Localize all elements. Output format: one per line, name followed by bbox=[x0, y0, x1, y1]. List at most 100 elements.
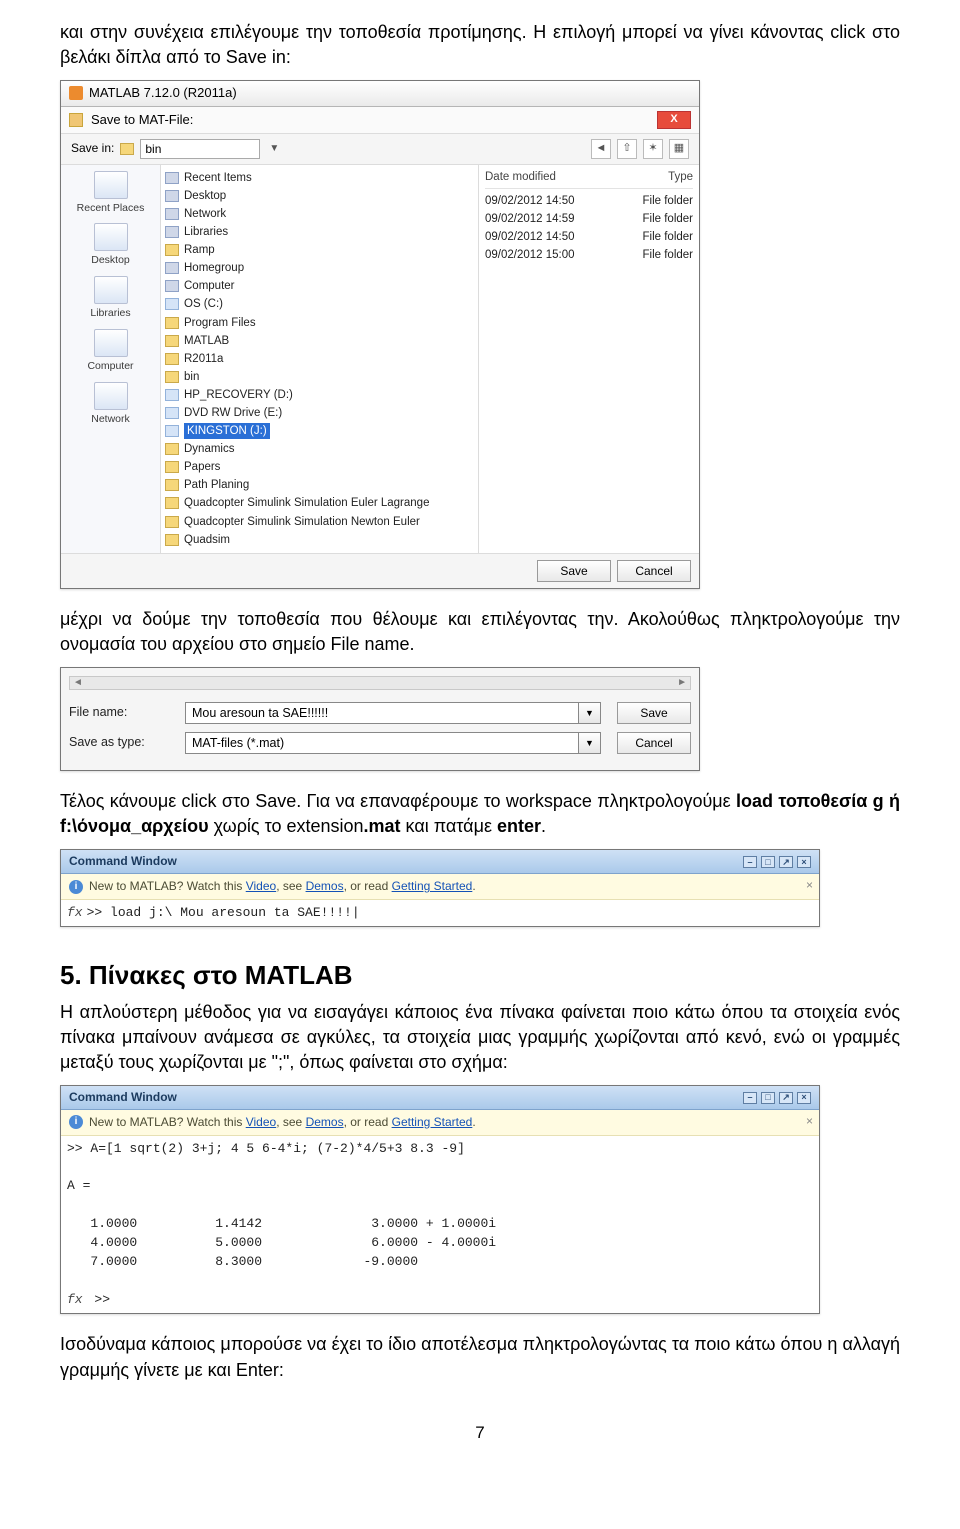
para-4: Η απλούστερη μέθοδος για να εισαγάγει κά… bbox=[60, 1000, 900, 1076]
tree-item[interactable]: bin bbox=[165, 368, 474, 386]
tree-item[interactable]: Quadcopter Simulink Simulation Newton Eu… bbox=[165, 513, 474, 531]
place-recent-places[interactable]: Recent Places bbox=[65, 171, 156, 216]
details-row: 09/02/2012 14:59File folder bbox=[485, 210, 693, 228]
tree-item[interactable]: OS (C:) bbox=[165, 295, 474, 313]
views-icon[interactable]: ▦ bbox=[669, 139, 689, 159]
chevron-down-icon[interactable]: ▼ bbox=[579, 702, 601, 724]
tree-item[interactable]: Libraries bbox=[165, 223, 474, 241]
places-bar: Recent Places Desktop Libraries Computer Net… bbox=[61, 165, 161, 553]
filename-area-screenshot: File name: ▼ Save Save as type: ▼ Cancel bbox=[60, 667, 700, 771]
place-icon bbox=[94, 382, 128, 410]
tree-item[interactable]: Network bbox=[165, 205, 474, 223]
file-type: File folder bbox=[643, 229, 694, 245]
getting-started-link[interactable]: Getting Started bbox=[392, 879, 473, 893]
file-type: File folder bbox=[643, 193, 694, 209]
tree-item[interactable]: Recent Items bbox=[165, 169, 474, 187]
system-icon bbox=[165, 208, 179, 220]
tree-item[interactable]: Desktop bbox=[165, 187, 474, 205]
tree-item[interactable]: Papers bbox=[165, 458, 474, 476]
folder-icon bbox=[120, 143, 134, 155]
undock-icon[interactable]: ↗ bbox=[779, 856, 793, 868]
close-icon[interactable]: × bbox=[797, 856, 811, 868]
date-modified: 09/02/2012 14:50 bbox=[485, 229, 575, 245]
tree-item-label: Quadcopter Simulink Simulation Newton Eu… bbox=[184, 514, 420, 530]
chevron-down-icon[interactable]: ▼ bbox=[266, 142, 282, 156]
save-button[interactable]: Save bbox=[617, 702, 691, 724]
para3-e: και πατάμε bbox=[401, 816, 497, 836]
getting-started-link[interactable]: Getting Started bbox=[392, 1115, 473, 1129]
banner-close-icon[interactable]: × bbox=[806, 1113, 813, 1130]
save-in-field[interactable] bbox=[140, 139, 260, 159]
new-folder-icon[interactable]: ✶ bbox=[643, 139, 663, 159]
tree-item-label: Papers bbox=[184, 459, 220, 475]
minimize-icon[interactable]: – bbox=[743, 856, 757, 868]
minimize-icon[interactable]: – bbox=[743, 1092, 757, 1104]
cw-titlebar: Command Window – □ ↗ × bbox=[61, 850, 819, 874]
folder-icon bbox=[165, 479, 179, 491]
tree-item-label: R2011a bbox=[184, 351, 223, 367]
folder-icon bbox=[165, 317, 179, 329]
tree-item[interactable]: Homegroup bbox=[165, 259, 474, 277]
tree-item[interactable]: Path Planing bbox=[165, 476, 474, 494]
maximize-icon[interactable]: □ bbox=[761, 1092, 775, 1104]
video-link[interactable]: Video bbox=[246, 879, 276, 893]
place-desktop[interactable]: Desktop bbox=[65, 223, 156, 268]
demos-link[interactable]: Demos bbox=[306, 1115, 344, 1129]
tree-item[interactable]: KINGSTON (J:) bbox=[165, 422, 474, 440]
up-icon[interactable]: ⇧ bbox=[617, 139, 637, 159]
fx-icon: fx bbox=[67, 905, 83, 920]
demos-link[interactable]: Demos bbox=[306, 879, 344, 893]
system-icon bbox=[165, 172, 179, 184]
date-modified: 09/02/2012 14:50 bbox=[485, 193, 575, 209]
tree-item[interactable]: Quadcopter Simulink Simulation Euler Lag… bbox=[165, 494, 474, 512]
cw-output: >> A=[1 sqrt(2) 3+j; 4 5 6-4*i; (7-2)*4/… bbox=[67, 1141, 496, 1269]
close-icon[interactable]: X bbox=[657, 111, 691, 129]
back-icon[interactable]: ◄ bbox=[591, 139, 611, 159]
cw-body[interactable]: fx>> load j:\ Mou aresoun ta SAE!!!!| bbox=[61, 900, 819, 926]
undock-icon[interactable]: ↗ bbox=[779, 1092, 793, 1104]
tree-item[interactable]: Ramp bbox=[165, 241, 474, 259]
save-as-type-field[interactable] bbox=[185, 732, 579, 754]
dialog-titlebar: Save to MAT-File: X bbox=[61, 107, 699, 134]
details-row: 09/02/2012 15:00 File folder bbox=[485, 246, 693, 264]
maximize-icon[interactable]: □ bbox=[761, 856, 775, 868]
tree-item[interactable]: HP_RECOVERY (D:) bbox=[165, 386, 474, 404]
tree-item[interactable]: Program Files bbox=[165, 314, 474, 332]
tree-item[interactable]: Computer bbox=[165, 277, 474, 295]
file-type: File folder bbox=[643, 247, 694, 263]
tree-item[interactable]: MATLAB bbox=[165, 332, 474, 350]
tree-item-label: Network bbox=[184, 206, 226, 222]
cw-body[interactable]: >> A=[1 sqrt(2) 3+j; 4 5 6-4*i; (7-2)*4/… bbox=[61, 1136, 819, 1314]
cw-banner-text2: , see bbox=[276, 879, 305, 893]
tree-item[interactable]: R2011a bbox=[165, 350, 474, 368]
cancel-button[interactable]: Cancel bbox=[617, 732, 691, 754]
tree-item[interactable]: Quadsim bbox=[165, 531, 474, 549]
tree-item-label: Computer bbox=[184, 278, 235, 294]
drive-icon bbox=[165, 407, 179, 419]
video-link[interactable]: Video bbox=[246, 1115, 276, 1129]
tree-item[interactable]: Dynamics bbox=[165, 440, 474, 458]
close-icon[interactable]: × bbox=[797, 1092, 811, 1104]
folder-tree[interactable]: Recent ItemsDesktopNetworkLibrariesRampH… bbox=[161, 165, 479, 553]
tree-item[interactable]: DVD RW Drive (E:) bbox=[165, 404, 474, 422]
page-number: 7 bbox=[60, 1421, 900, 1445]
banner-close-icon[interactable]: × bbox=[806, 877, 813, 894]
place-libraries[interactable]: Libraries bbox=[65, 276, 156, 321]
cancel-button[interactable]: Cancel bbox=[617, 560, 691, 582]
folder-icon bbox=[165, 497, 179, 509]
save-button[interactable]: Save bbox=[537, 560, 611, 582]
chevron-down-icon[interactable]: ▼ bbox=[579, 732, 601, 754]
tree-item-label: Path Planing bbox=[184, 477, 249, 493]
drive-icon bbox=[165, 298, 179, 310]
date-modified: 09/02/2012 15:00 bbox=[485, 247, 575, 263]
dialog-title-text: Save to MAT-File: bbox=[91, 111, 193, 129]
file-name-label: File name: bbox=[69, 704, 169, 722]
file-name-field[interactable] bbox=[185, 702, 579, 724]
place-network[interactable]: Network bbox=[65, 382, 156, 427]
details-row: 09/02/2012 14:50 File folder bbox=[485, 192, 693, 210]
para3-f: enter bbox=[497, 816, 541, 836]
info-icon: i bbox=[69, 1115, 83, 1129]
hscrollbar[interactable] bbox=[69, 676, 691, 690]
section-heading: 5. Πίνακες στο MATLAB bbox=[60, 957, 900, 993]
place-computer[interactable]: Computer bbox=[65, 329, 156, 374]
